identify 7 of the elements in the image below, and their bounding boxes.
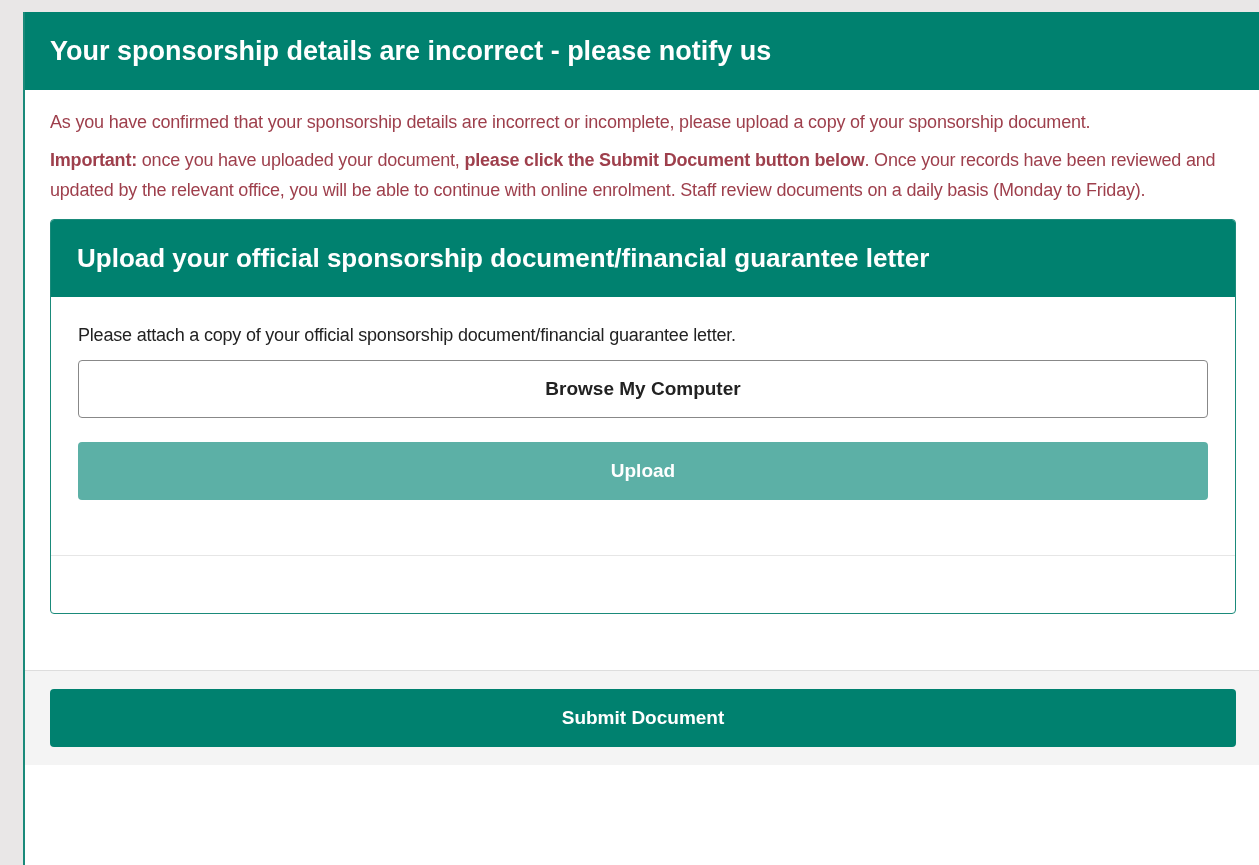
instruction-text: Please attach a copy of your official sponsorship document/financial guarantee letter. [78,325,737,346]
card-title: Upload your official sponsorship document/financial guarantee letter [77,243,930,274]
panel-title: Your sponsorship details are incorrect - please notify us [50,35,772,67]
browse-button[interactable]: Browse My Computer [78,360,1208,418]
notice-text: Important: once you have uploaded your document, please click the Submit Document button below. Once your records have been reviewed and updated by the relevant office, you will be able to continue with online enrolment. Staff review documents on a daily basis (Monday to Friday). [50,149,1217,202]
notice-text: As you have confirmed that your sponsorship details are incorrect or incomplete, please upload a copy of your sponsorship document. [50,111,1092,134]
submit-document-button[interactable]: Submit Document [50,689,1236,747]
